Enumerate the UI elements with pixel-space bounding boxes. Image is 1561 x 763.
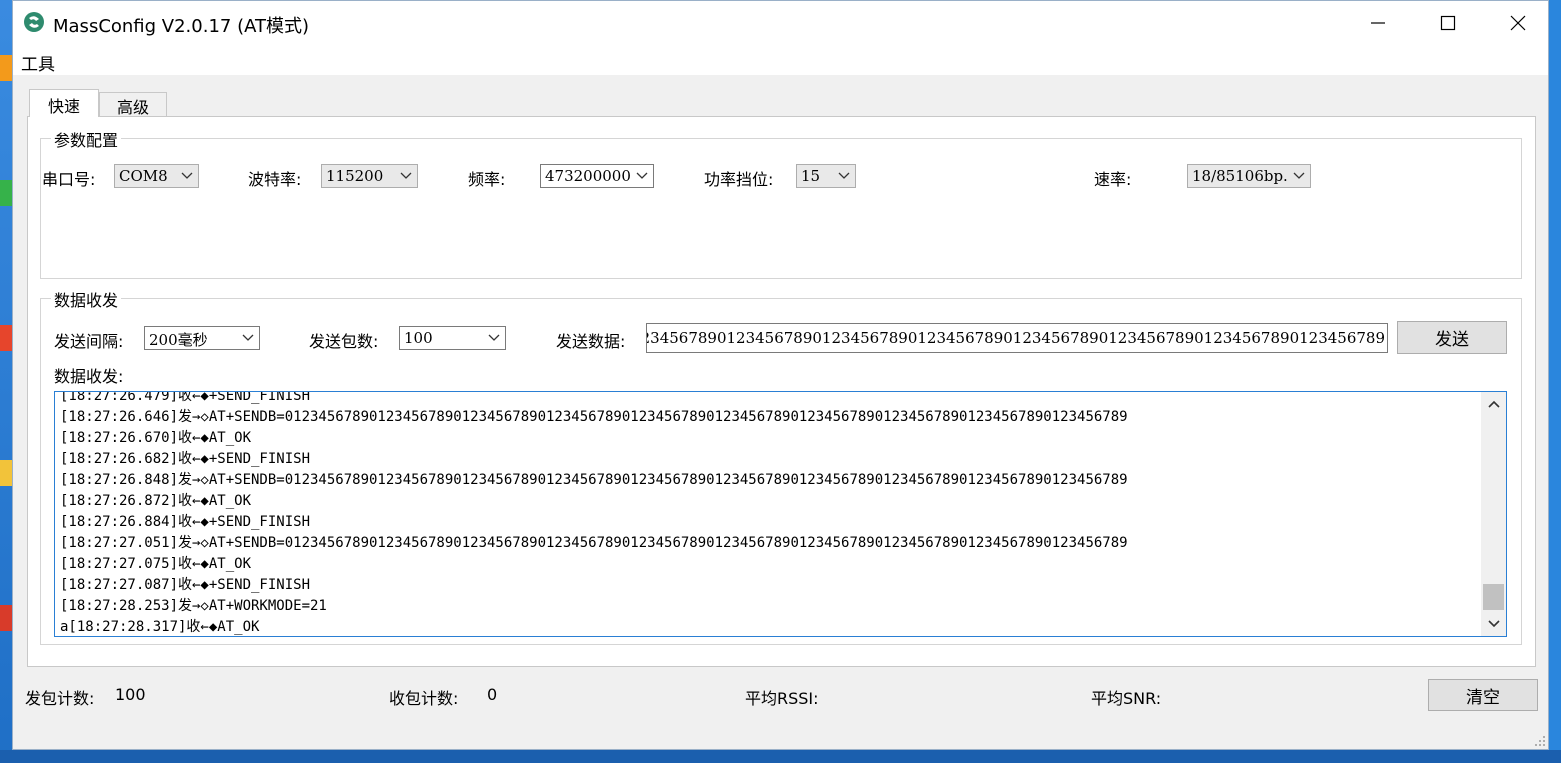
log-line: [18:27:27.051]发→◇AT+SENDB=01234567890123… <box>60 535 1128 551</box>
baud-label: 波特率: <box>248 170 302 189</box>
chevron-down-icon <box>838 172 850 179</box>
log-line: a[18:27:28.317]收←◆AT_OK <box>60 619 260 635</box>
interval-select[interactable]: 200毫秒 <box>144 326 260 350</box>
maximize-button[interactable] <box>1413 1 1483 45</box>
desktop-icon-fragment[interactable] <box>0 55 12 81</box>
param-config-group: 参数配置 <box>40 127 1522 279</box>
send-button[interactable]: 发送 <box>1397 321 1507 354</box>
scroll-down-button[interactable] <box>1481 612 1506 634</box>
chevron-down-icon <box>488 334 500 341</box>
desktop-icon-fragment[interactable] <box>0 325 12 351</box>
recv-count-value: 0 <box>487 685 498 704</box>
rate-label: 速率: <box>1094 170 1132 189</box>
log-line: [18:27:28.253]发→◇AT+WORKMODE=21 <box>60 598 327 614</box>
count-label: 发送包数: <box>309 332 379 351</box>
log-line: [18:27:27.075]收←◆AT_OK <box>60 556 252 572</box>
chevron-down-icon <box>636 172 648 179</box>
send-data-label: 发送数据: <box>556 332 626 351</box>
chevron-down-icon <box>1293 172 1305 179</box>
port-label: 串口号: <box>42 170 96 189</box>
rate-select[interactable]: 18/85106bp. <box>1187 164 1311 188</box>
desktop-icon-fragment[interactable] <box>0 605 12 631</box>
log-line: [18:27:26.872]收←◆AT_OK <box>60 493 252 509</box>
interval-value: 200毫秒 <box>149 331 208 349</box>
close-icon <box>1510 15 1526 31</box>
power-label: 功率挡位: <box>704 170 774 189</box>
chevron-down-icon <box>400 172 412 179</box>
desktop-background-right <box>1549 0 1561 763</box>
port-value: COM8 <box>119 167 168 185</box>
resize-grip-icon[interactable] <box>1534 735 1546 747</box>
baud-select[interactable]: 115200 <box>321 164 418 188</box>
clear-button[interactable]: 清空 <box>1428 679 1538 711</box>
rate-value: 18/85106bp. <box>1192 167 1288 185</box>
log-line: [18:27:26.479]收←◆+SEND_FINISH <box>60 391 311 404</box>
log-scrollbar[interactable] <box>1481 392 1506 636</box>
menu-bar: 工具 <box>13 45 1548 75</box>
freq-label: 频率: <box>468 170 506 189</box>
freq-value: 473200000 <box>545 167 631 185</box>
log-line: [18:27:26.670]收←◆AT_OK <box>60 430 252 446</box>
send-data-input[interactable]: 8901234567890123456789012345678901234567… <box>646 323 1388 353</box>
data-io-title: 数据收发 <box>51 287 122 311</box>
baud-value: 115200 <box>326 167 384 185</box>
port-select[interactable]: COM8 <box>114 164 199 188</box>
app-window: MassConfig V2.0.17 (AT模式) 工具 快速 高级 参数配置 … <box>12 0 1549 750</box>
count-select[interactable]: 100 <box>399 326 506 350</box>
title-bar: MassConfig V2.0.17 (AT模式) <box>13 1 1548 45</box>
log-line: [18:27:26.682]收←◆+SEND_FINISH <box>60 451 311 467</box>
log-textarea[interactable]: [18:27:26.479]收←◆+SEND_FINISH [18:27:26.… <box>54 391 1507 637</box>
chevron-down-icon <box>181 172 193 179</box>
log-line: [18:27:26.848]发→◇AT+SENDB=01234567890123… <box>60 472 1128 488</box>
minimize-button[interactable] <box>1343 1 1413 45</box>
desktop-icon-fragment[interactable] <box>0 180 12 206</box>
window-title: MassConfig V2.0.17 (AT模式) <box>53 16 310 37</box>
param-config-title: 参数配置 <box>51 127 122 151</box>
tab-quick[interactable]: 快速 <box>29 89 99 117</box>
log-line: [18:27:26.646]发→◇AT+SENDB=01234567890123… <box>60 409 1128 425</box>
menu-tools[interactable]: 工具 <box>21 50 55 75</box>
tab-advanced[interactable]: 高级 <box>99 92 167 117</box>
desktop-background-left <box>0 0 12 763</box>
freq-select[interactable]: 473200000 <box>540 164 654 188</box>
log-line: [18:27:27.087]收←◆+SEND_FINISH <box>60 577 311 593</box>
sent-count-value: 100 <box>115 685 146 704</box>
close-button[interactable] <box>1483 1 1553 45</box>
scroll-up-button[interactable] <box>1481 394 1506 416</box>
interval-label: 发送间隔: <box>54 332 124 351</box>
count-value: 100 <box>404 329 433 347</box>
snr-label: 平均SNR: <box>1091 689 1162 708</box>
taskbar-fragment <box>0 750 1561 763</box>
rssi-label: 平均RSSI: <box>745 689 819 708</box>
power-select[interactable]: 15 <box>796 164 856 188</box>
log-label: 数据收发: <box>54 367 124 386</box>
log-line: [18:27:26.884]收←◆+SEND_FINISH <box>60 514 311 530</box>
chevron-down-icon <box>242 334 254 341</box>
sent-count-label: 发包计数: <box>25 689 95 708</box>
maximize-icon <box>1440 15 1456 31</box>
scroll-thumb[interactable] <box>1483 584 1504 610</box>
log-lines: [18:27:26.479]收←◆+SEND_FINISH [18:27:26.… <box>60 391 1480 636</box>
minimize-icon <box>1371 22 1385 24</box>
app-logo-icon <box>24 12 44 32</box>
send-data-value: 8901234567890123456789012345678901234567… <box>647 329 1385 347</box>
power-value: 15 <box>801 167 821 185</box>
chevron-down-icon <box>1487 620 1500 628</box>
chevron-up-icon <box>1487 400 1500 408</box>
desktop-icon-fragment[interactable] <box>0 460 12 486</box>
recv-count-label: 收包计数: <box>389 689 459 708</box>
